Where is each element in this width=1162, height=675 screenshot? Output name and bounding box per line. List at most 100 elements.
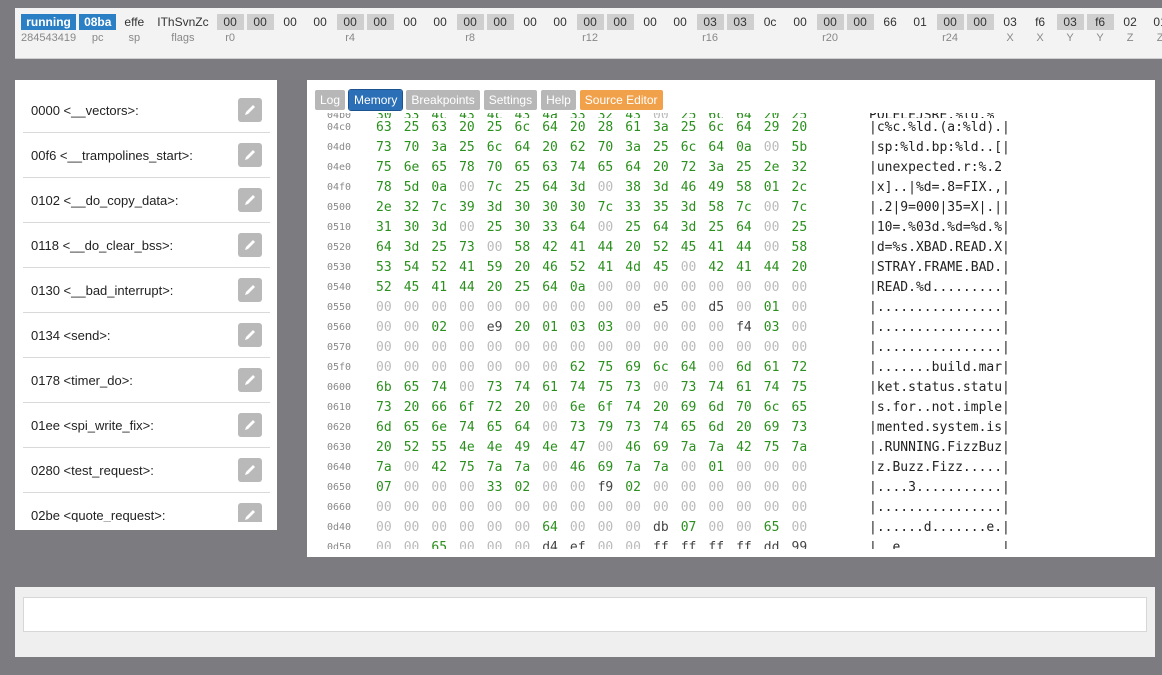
memory-byte[interactable]: 61 bbox=[625, 118, 647, 138]
memory-byte[interactable]: 00 bbox=[653, 478, 675, 498]
memory-byte[interactable]: 52 bbox=[431, 258, 453, 278]
memory-byte[interactable]: 49 bbox=[515, 438, 537, 458]
memory-byte[interactable]: 00 bbox=[792, 518, 814, 538]
memory-byte[interactable]: 03 bbox=[598, 318, 620, 338]
memory-byte[interactable]: 00 bbox=[653, 278, 675, 298]
memory-byte[interactable]: 00 bbox=[515, 298, 537, 318]
memory-byte[interactable]: 65 bbox=[792, 398, 814, 418]
memory-byte[interactable]: 4e bbox=[459, 438, 481, 458]
memory-byte[interactable]: 00 bbox=[404, 498, 426, 518]
memory-byte[interactable]: 20 bbox=[653, 398, 675, 418]
memory-byte[interactable]: 00 bbox=[431, 298, 453, 318]
memory-byte[interactable]: 64 bbox=[542, 518, 564, 538]
memory-byte[interactable]: 3d bbox=[653, 178, 675, 198]
memory-byte[interactable]: 69 bbox=[625, 358, 647, 378]
memory-byte[interactable]: 52 bbox=[570, 258, 592, 278]
memory-byte[interactable]: f9 bbox=[598, 478, 620, 498]
memory-byte[interactable]: 6c bbox=[653, 358, 675, 378]
memory-byte[interactable]: 6c bbox=[515, 118, 537, 138]
memory-byte[interactable]: 6d bbox=[736, 358, 758, 378]
memory-byte[interactable]: 00 bbox=[625, 538, 647, 549]
memory-byte[interactable]: 25 bbox=[653, 138, 675, 158]
memory-byte[interactable]: 00 bbox=[792, 478, 814, 498]
memory-byte[interactable]: 25 bbox=[487, 118, 509, 138]
memory-byte[interactable]: 44 bbox=[764, 258, 786, 278]
memory-byte[interactable]: 7a bbox=[653, 458, 675, 478]
memory-byte[interactable]: 46 bbox=[570, 458, 592, 478]
memory-byte[interactable]: ff bbox=[736, 538, 758, 549]
memory-byte[interactable]: 3d bbox=[404, 238, 426, 258]
memory-byte[interactable]: 4e bbox=[487, 438, 509, 458]
memory-byte[interactable]: 63 bbox=[431, 118, 453, 138]
memory-byte[interactable]: 00 bbox=[542, 398, 564, 418]
memory-byte[interactable]: 45 bbox=[653, 258, 675, 278]
memory-byte[interactable]: 63 bbox=[376, 118, 398, 138]
memory-byte[interactable]: 5b bbox=[792, 138, 814, 158]
memory-byte[interactable]: 2c bbox=[792, 178, 814, 198]
memory-byte[interactable]: f4 bbox=[736, 318, 758, 338]
memory-byte[interactable]: 6d bbox=[708, 418, 730, 438]
memory-byte[interactable]: 25 bbox=[431, 238, 453, 258]
memory-byte[interactable]: 4d bbox=[625, 258, 647, 278]
memory-byte[interactable]: 6d bbox=[708, 398, 730, 418]
memory-byte[interactable]: 64 bbox=[515, 418, 537, 438]
memory-byte[interactable]: 00 bbox=[431, 498, 453, 518]
function-list[interactable]: 0000 <__vectors>: 00f6 <__trampolines_sta… bbox=[23, 88, 270, 522]
memory-byte[interactable]: 00 bbox=[625, 298, 647, 318]
edit-button[interactable] bbox=[238, 143, 262, 167]
memory-byte[interactable]: 00 bbox=[708, 318, 730, 338]
memory-byte[interactable]: 55 bbox=[431, 438, 453, 458]
memory-byte[interactable]: 00 bbox=[459, 478, 481, 498]
memory-byte[interactable]: 00 bbox=[459, 358, 481, 378]
memory-byte[interactable]: 73 bbox=[625, 418, 647, 438]
memory-byte[interactable]: 00 bbox=[653, 378, 675, 398]
memory-byte[interactable]: 3a bbox=[653, 118, 675, 138]
console-input[interactable] bbox=[23, 597, 1147, 632]
memory-byte[interactable]: 32 bbox=[792, 158, 814, 178]
memory-byte[interactable]: 6c bbox=[487, 138, 509, 158]
memory-byte[interactable]: 74 bbox=[570, 158, 592, 178]
memory-byte[interactable]: 30 bbox=[542, 198, 564, 218]
memory-byte[interactable]: 00 bbox=[487, 498, 509, 518]
function-item[interactable]: 0000 <__vectors>: bbox=[23, 88, 270, 133]
memory-byte[interactable]: 73 bbox=[459, 238, 481, 258]
memory-byte[interactable]: 7a bbox=[708, 438, 730, 458]
edit-button[interactable] bbox=[238, 458, 262, 482]
memory-byte[interactable]: 64 bbox=[736, 118, 758, 138]
memory-byte[interactable]: 00 bbox=[598, 438, 620, 458]
memory-byte[interactable]: 45 bbox=[681, 238, 703, 258]
memory-byte[interactable]: 25 bbox=[404, 118, 426, 138]
memory-byte[interactable]: 00 bbox=[570, 298, 592, 318]
memory-byte[interactable]: 54 bbox=[404, 258, 426, 278]
memory-byte[interactable]: 00 bbox=[598, 298, 620, 318]
memory-byte[interactable]: 7a bbox=[625, 458, 647, 478]
memory-byte[interactable]: 62 bbox=[570, 138, 592, 158]
memory-byte[interactable]: 65 bbox=[404, 418, 426, 438]
memory-byte[interactable]: 00 bbox=[487, 358, 509, 378]
memory-byte[interactable]: 70 bbox=[736, 398, 758, 418]
memory-byte[interactable]: 58 bbox=[736, 178, 758, 198]
memory-byte[interactable]: 01 bbox=[708, 458, 730, 478]
function-item[interactable]: 01ee <spi_write_fix>: bbox=[23, 403, 270, 448]
memory-byte[interactable]: 6e bbox=[431, 418, 453, 438]
memory-byte[interactable]: 58 bbox=[792, 238, 814, 258]
memory-byte[interactable]: 01 bbox=[764, 298, 786, 318]
memory-byte[interactable]: 3a bbox=[625, 138, 647, 158]
memory-byte[interactable]: 64 bbox=[542, 178, 564, 198]
memory-byte[interactable]: 00 bbox=[404, 318, 426, 338]
memory-byte[interactable]: 69 bbox=[598, 458, 620, 478]
memory-byte[interactable]: 00 bbox=[459, 498, 481, 518]
memory-byte[interactable]: 74 bbox=[459, 418, 481, 438]
memory-byte[interactable]: 00 bbox=[404, 338, 426, 358]
memory-byte[interactable]: 7a bbox=[792, 438, 814, 458]
memory-byte[interactable]: 65 bbox=[431, 538, 453, 549]
memory-byte[interactable]: 25 bbox=[487, 218, 509, 238]
memory-byte[interactable]: 74 bbox=[764, 378, 786, 398]
memory-byte[interactable]: 00 bbox=[681, 478, 703, 498]
memory-byte[interactable]: 00 bbox=[542, 418, 564, 438]
memory-byte[interactable]: ff bbox=[681, 538, 703, 549]
memory-byte[interactable]: 65 bbox=[487, 418, 509, 438]
memory-byte[interactable]: 73 bbox=[376, 398, 398, 418]
memory-byte[interactable]: 00 bbox=[625, 318, 647, 338]
memory-byte[interactable]: 29 bbox=[764, 118, 786, 138]
